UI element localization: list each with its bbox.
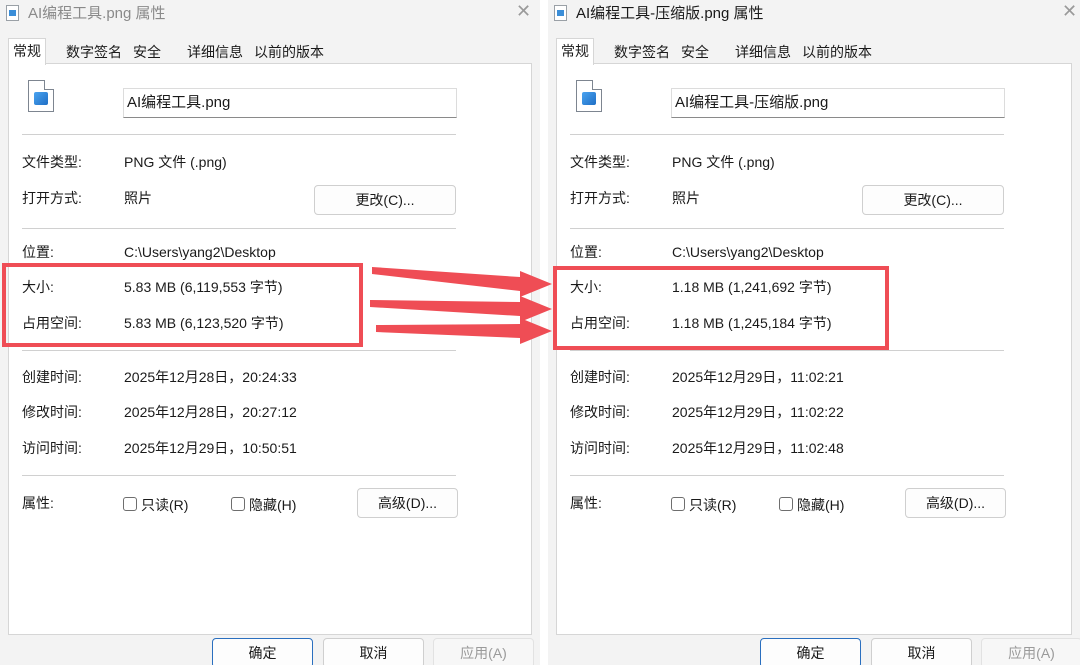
title-bar: AI编程工具-压缩版.png 属性 ✕: [548, 0, 1080, 26]
tab-strip: 常规 数字签名 安全 详细信息 以前的版本: [556, 38, 1072, 65]
image-file-icon: [28, 80, 54, 112]
change-button[interactable]: 更改(C)...: [314, 185, 456, 215]
png-file-icon: [6, 5, 19, 21]
file-name-input[interactable]: AI编程工具.png: [123, 88, 457, 118]
tab-general[interactable]: 常规: [556, 38, 594, 65]
modified-label: 修改时间:: [22, 404, 82, 420]
tab-general[interactable]: 常规: [8, 38, 46, 65]
window-title: AI编程工具.png 属性: [28, 5, 166, 22]
accessed-label: 访问时间:: [22, 440, 82, 456]
tab-previous-versions[interactable]: 以前的版本: [798, 41, 876, 64]
tab-security[interactable]: 安全: [129, 41, 165, 64]
readonly-checkbox[interactable]: [671, 497, 685, 511]
advanced-button[interactable]: 高级(D)...: [905, 488, 1006, 518]
divider: [22, 475, 456, 476]
file-type-value: PNG 文件 (.png): [672, 154, 775, 170]
file-type-label: 文件类型:: [22, 154, 82, 170]
apply-button[interactable]: 应用(A): [981, 638, 1080, 665]
window-title: AI编程工具-压缩版.png 属性: [576, 5, 764, 22]
highlight-box-compressed-size: [553, 266, 889, 350]
image-file-icon: [576, 80, 602, 112]
attributes-label: 属性:: [22, 495, 54, 511]
created-label: 创建时间:: [22, 369, 82, 385]
tab-details[interactable]: 详细信息: [731, 41, 795, 64]
created-value: 2025年12月29日，11:02:21: [672, 369, 844, 385]
file-type-value: PNG 文件 (.png): [124, 154, 227, 170]
opens-with-label: 打开方式:: [570, 190, 630, 206]
tab-security[interactable]: 安全: [677, 41, 713, 64]
hidden-label[interactable]: 隐藏(H): [249, 496, 296, 514]
divider: [570, 350, 1004, 351]
modified-label: 修改时间:: [570, 404, 630, 420]
ok-button[interactable]: 确定: [212, 638, 313, 665]
advanced-button[interactable]: 高级(D)...: [357, 488, 458, 518]
file-type-label: 文件类型:: [570, 154, 630, 170]
readonly-label[interactable]: 只读(R): [689, 496, 736, 514]
hidden-checkbox[interactable]: [231, 497, 245, 511]
created-value: 2025年12月28日，20:24:33: [124, 369, 297, 385]
opens-with-label: 打开方式:: [22, 190, 82, 206]
divider: [22, 134, 456, 135]
close-icon[interactable]: ✕: [516, 1, 531, 22]
divider: [22, 228, 456, 229]
apply-button[interactable]: 应用(A): [433, 638, 534, 665]
created-label: 创建时间:: [570, 369, 630, 385]
ok-button[interactable]: 确定: [760, 638, 861, 665]
divider: [570, 228, 1004, 229]
attributes-label: 属性:: [570, 495, 602, 511]
divider: [22, 350, 456, 351]
location-label: 位置:: [22, 244, 54, 260]
divider: [570, 134, 1004, 135]
location-value: C:\Users\yang2\Desktop: [672, 244, 824, 260]
opens-with-value: 照片: [124, 190, 152, 206]
tab-digital-signatures[interactable]: 数字签名: [610, 41, 674, 64]
modified-value: 2025年12月29日，11:02:22: [672, 404, 844, 420]
hidden-checkbox[interactable]: [779, 497, 793, 511]
readonly-label[interactable]: 只读(R): [141, 496, 188, 514]
hidden-label[interactable]: 隐藏(H): [797, 496, 844, 514]
close-icon[interactable]: ✕: [1062, 1, 1077, 22]
tab-strip: 常规 数字签名 安全 详细信息 以前的版本: [8, 38, 532, 65]
accessed-value: 2025年12月29日，11:02:48: [672, 440, 844, 456]
location-value: C:\Users\yang2\Desktop: [124, 244, 276, 260]
highlight-box-original-size: [2, 263, 363, 347]
window-gap: [540, 0, 548, 665]
accessed-label: 访问时间:: [570, 440, 630, 456]
opens-with-value: 照片: [672, 190, 700, 206]
png-file-icon: [554, 5, 567, 21]
general-panel: [8, 63, 532, 635]
accessed-value: 2025年12月29日，10:50:51: [124, 440, 297, 456]
modified-value: 2025年12月28日，20:27:12: [124, 404, 297, 420]
location-label: 位置:: [570, 244, 602, 260]
tab-digital-signatures[interactable]: 数字签名: [62, 41, 126, 64]
cancel-button[interactable]: 取消: [871, 638, 972, 665]
cancel-button[interactable]: 取消: [323, 638, 424, 665]
tab-previous-versions[interactable]: 以前的版本: [250, 41, 328, 64]
tab-details[interactable]: 详细信息: [183, 41, 247, 64]
readonly-checkbox[interactable]: [123, 497, 137, 511]
change-button[interactable]: 更改(C)...: [862, 185, 1004, 215]
title-bar: AI编程工具.png 属性 ✕: [0, 0, 540, 26]
divider: [570, 475, 1004, 476]
file-name-input[interactable]: AI编程工具-压缩版.png: [671, 88, 1005, 118]
